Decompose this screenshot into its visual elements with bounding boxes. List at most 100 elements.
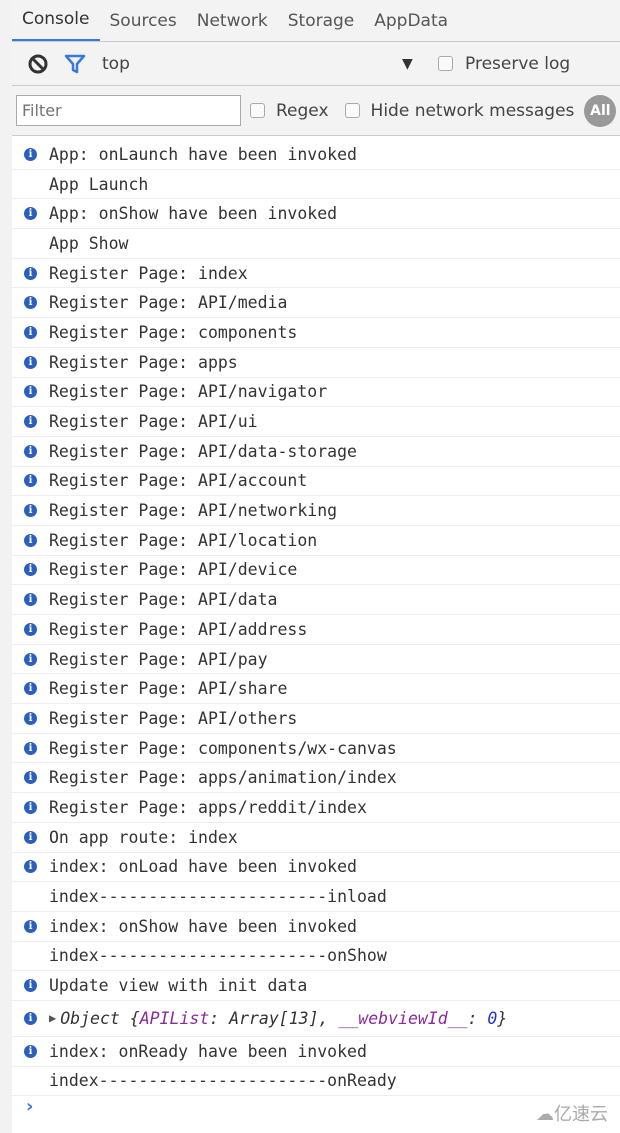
tab-sources[interactable]: Sources <box>100 0 187 41</box>
regex-label: Regex <box>276 100 329 121</box>
log-entry: i Register Page: API/ui <box>12 407 620 437</box>
log-entry: i Register Page: components/wx-canvas <box>12 734 620 764</box>
filter-bar: Regex Hide network messages All <box>12 86 620 136</box>
info-icon: i <box>24 266 37 280</box>
log-entry: App Show <box>12 229 620 259</box>
info-icon: i <box>24 325 37 339</box>
log-text: Register Page: API/navigator <box>49 382 328 402</box>
context-dropdown-arrow-icon[interactable]: ▼ <box>402 56 413 72</box>
log-entry: i Register Page: apps/animation/index <box>12 763 620 794</box>
info-icon: i <box>24 533 37 547</box>
log-entry: i App: onShow have been invoked <box>12 199 620 230</box>
info-icon: i <box>24 1044 37 1058</box>
info-icon: i <box>24 830 37 844</box>
log-text: Register Page: API/data-storage <box>49 441 357 461</box>
info-icon: i <box>24 771 37 785</box>
tab-appdata[interactable]: AppData <box>364 0 458 41</box>
context-select[interactable]: top <box>102 54 130 74</box>
filter-input[interactable] <box>16 95 241 126</box>
log-text: App Show <box>49 233 129 253</box>
log-entry: i Register Page: index <box>12 259 620 289</box>
info-icon: i <box>24 444 37 458</box>
tab-storage[interactable]: Storage <box>278 0 365 41</box>
log-text: Register Page: API/data <box>49 590 278 610</box>
log-text: index: onLoad have been invoked <box>49 857 357 877</box>
log-text: index-----------------------onReady <box>49 1071 397 1091</box>
log-text: Register Page: components <box>49 322 298 342</box>
log-entry: i App: onLaunch have been invoked <box>12 140 620 170</box>
log-entry: i Register Page: API/pay <box>12 645 620 675</box>
object-preview[interactable]: Object {APIList: Array[13], __webviewId_… <box>60 1009 507 1028</box>
info-icon: i <box>24 741 37 755</box>
preserve-log-checkbox[interactable] <box>438 56 453 71</box>
info-icon: i <box>24 563 37 577</box>
log-text: Register Page: apps <box>49 352 238 372</box>
watermark-logo: ☁亿速云 <box>536 1104 608 1125</box>
log-entry: App Launch <box>12 170 620 200</box>
info-icon: i <box>24 919 37 933</box>
log-entry: index-----------------------onReady <box>12 1067 620 1097</box>
info-icon: i <box>24 296 37 310</box>
log-text: index-----------------------inload <box>49 887 387 907</box>
log-entry: i Register Page: API/address <box>12 615 620 645</box>
object-key: __webviewId__ <box>338 1008 468 1028</box>
log-text: index: onShow have been invoked <box>49 916 357 936</box>
log-text: Update view with init data <box>49 976 308 996</box>
tab-network[interactable]: Network <box>187 0 278 41</box>
regex-checkbox[interactable] <box>250 103 265 118</box>
log-text: App Launch <box>49 174 149 194</box>
hide-network-checkbox[interactable] <box>344 103 360 118</box>
log-text: Register Page: API/others <box>49 708 298 728</box>
log-text: Register Page: API/address <box>49 619 308 639</box>
log-entry: i Register Page: API/share <box>12 674 620 705</box>
log-text: On app route: index <box>49 827 238 847</box>
info-icon: i <box>24 1011 37 1025</box>
console-toolbar: top ▼ Preserve log <box>12 42 620 86</box>
log-text: Register Page: index <box>49 263 248 283</box>
log-text: App: onLaunch have been invoked <box>49 144 357 164</box>
log-text: Register Page: apps/animation/index <box>49 768 397 788</box>
info-icon: i <box>24 504 37 518</box>
filter-icon[interactable] <box>64 53 86 75</box>
console-prompt[interactable]: › <box>26 1096 33 1117</box>
log-text: index-----------------------onShow <box>49 946 387 966</box>
log-entry: i Update view with init data <box>12 971 620 1001</box>
level-all-button[interactable]: All <box>584 94 617 127</box>
log-text: Register Page: API/media <box>49 293 288 313</box>
log-text: Register Page: apps/reddit/index <box>49 797 367 817</box>
info-icon: i <box>24 415 37 429</box>
log-entry: i index: onReady have been invoked <box>12 1037 620 1067</box>
object-key: APIList <box>139 1008 210 1028</box>
info-icon: i <box>24 682 37 696</box>
info-icon: i <box>24 593 37 607</box>
info-icon: i <box>24 207 37 221</box>
log-entry: index-----------------------onShow <box>12 942 620 972</box>
log-entry: i Register Page: API/location <box>12 526 620 556</box>
tab-console[interactable]: Console <box>12 0 100 41</box>
log-entry: i Register Page: API/device <box>12 556 620 586</box>
clear-console-icon[interactable] <box>27 53 49 75</box>
preserve-log-label: Preserve log <box>465 53 571 74</box>
hide-network-label: Hide network messages <box>370 100 575 121</box>
log-text: Register Page: API/location <box>49 530 318 550</box>
log-text: Register Page: API/share <box>49 679 288 699</box>
log-entry: i Register Page: API/navigator <box>12 378 620 408</box>
expand-triangle-icon[interactable]: ▶ <box>49 1011 56 1025</box>
log-text: Register Page: API/device <box>49 560 298 580</box>
log-entry: i Register Page: apps <box>12 348 620 378</box>
log-entry: i Register Page: API/media <box>12 288 620 319</box>
log-text: index: onReady have been invoked <box>49 1041 367 1061</box>
tab-bar: Console Sources Network Storage AppData <box>12 0 620 42</box>
log-entry: i Register Page: API/account <box>12 467 620 497</box>
info-icon: i <box>24 800 37 814</box>
object-value: 0 <box>487 1008 498 1028</box>
info-icon: i <box>24 652 37 666</box>
log-text: Register Page: API/networking <box>49 501 338 521</box>
info-icon: i <box>24 385 37 399</box>
log-entry: i index: onLoad have been invoked <box>12 853 620 883</box>
info-icon: i <box>24 474 37 488</box>
log-text: Register Page: API/ui <box>49 412 258 432</box>
log-text: App: onShow have been invoked <box>49 204 338 224</box>
info-icon: i <box>24 711 37 725</box>
log-entry-object[interactable]: i ▶ Object {APIList: Array[13], __webviewI… <box>12 1001 620 1037</box>
